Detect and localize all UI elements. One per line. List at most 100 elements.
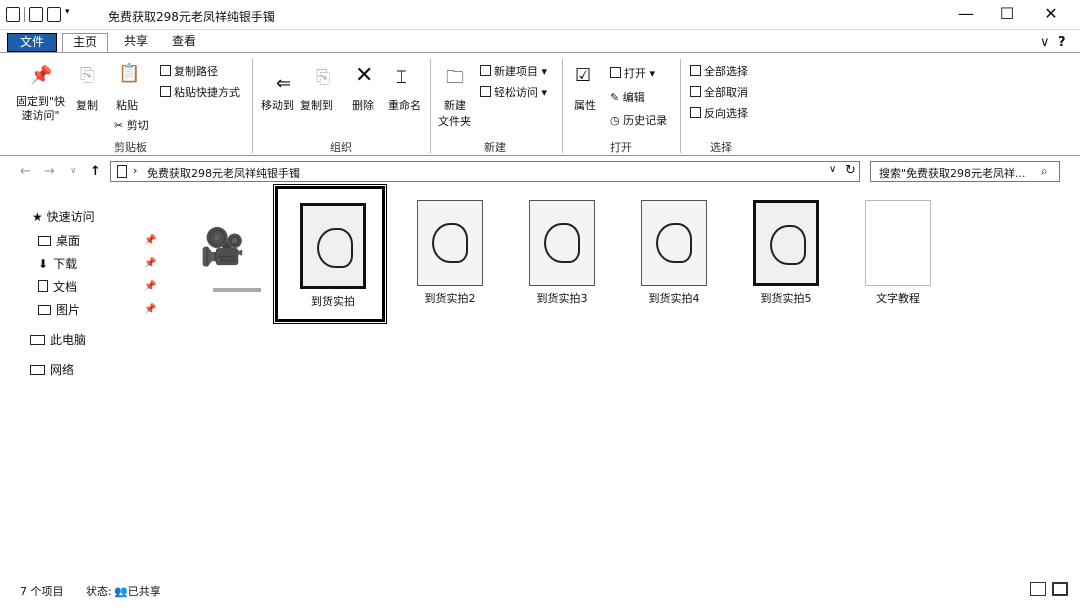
desktop-icon — [38, 236, 51, 246]
easy-access-button[interactable]: 轻松访问 ▾ — [480, 84, 547, 100]
quick-access-label: 快速访问 — [46, 210, 95, 224]
group-label-open: 打开 — [610, 141, 632, 154]
select-all-label: 全部选择 — [704, 65, 748, 78]
forward-button[interactable]: → — [44, 164, 55, 179]
scissors-icon: ✂ — [114, 119, 124, 132]
breadcrumb-path[interactable]: 免费获取298元老凤祥纯银手镯 — [147, 165, 300, 181]
group-divider — [252, 59, 253, 153]
properties-button[interactable]: 属性 — [574, 97, 596, 113]
group-divider — [680, 59, 681, 153]
copy-to-button[interactable]: 复制到 — [300, 97, 333, 113]
up-button[interactable]: ↑ — [90, 164, 101, 179]
search-icon[interactable]: ⌕ — [1041, 164, 1048, 179]
select-none-button[interactable]: 全部取消 — [690, 84, 748, 100]
file-item[interactable]: 文字教程 — [843, 186, 953, 322]
refresh-icon[interactable]: ↻ — [845, 163, 856, 178]
file-item[interactable]: 到货实拍5 — [731, 186, 841, 322]
recent-locations-icon[interactable]: ∨ — [70, 166, 77, 176]
copy-path-icon — [160, 65, 171, 76]
sidebar-item-quick-access[interactable]: ★ 快速访问 — [32, 208, 95, 225]
large-icons-view-icon[interactable] — [1052, 582, 1068, 596]
cut-button[interactable]: ✂ 剪切 — [114, 117, 149, 133]
move-to-button[interactable]: 移动到 — [261, 97, 294, 113]
select-all-button[interactable]: 全部选择 — [690, 63, 748, 79]
invert-selection-button[interactable]: 反向选择 — [690, 105, 748, 121]
details-view-icon[interactable] — [1030, 582, 1046, 596]
sidebar-item-downloads[interactable]: ⬇ 下载 — [38, 255, 77, 272]
minimize-button[interactable]: — — [956, 6, 976, 24]
file-item[interactable]: 到货实拍3 — [507, 186, 617, 322]
group-divider — [562, 59, 563, 153]
file-item[interactable]: 到货实拍4 — [619, 186, 729, 322]
file-item-selected[interactable]: 到货实拍 — [273, 184, 387, 324]
thumbnail-photo — [656, 223, 692, 263]
thumbnail-photo — [770, 225, 806, 265]
checkbox-qat-icon[interactable] — [29, 7, 43, 22]
paste-button[interactable]: 粘贴 — [116, 97, 138, 113]
address-bar[interactable]: › 免费获取298元老凤祥纯银手镯 ∨ ↻ — [110, 161, 860, 182]
open-label: 打开 ▾ — [624, 67, 656, 80]
copy-to-icon: ⎘ — [316, 67, 331, 88]
pin-icon[interactable]: 📌 — [144, 281, 156, 292]
sidebar-item-this-pc[interactable]: 此电脑 — [30, 331, 86, 348]
copy-button[interactable]: 复制 — [76, 97, 98, 113]
file-name: 到货实拍3 — [536, 292, 588, 305]
maximize-button[interactable]: ☐ — [997, 6, 1017, 24]
history-button[interactable]: ◷ 历史记录 — [610, 112, 667, 128]
new-folder-button[interactable]: 新建 — [444, 97, 466, 113]
image-thumbnail — [529, 200, 595, 286]
pin-icon[interactable]: 📌 — [144, 304, 156, 315]
shared-users-icon: 👥 — [114, 585, 128, 598]
sidebar-item-pictures[interactable]: 图片 — [38, 301, 80, 318]
file-item[interactable]: 到货实拍2 — [395, 186, 505, 322]
video-progress — [213, 288, 261, 292]
image-thumbnail — [417, 200, 483, 286]
video-icon: 🎥 — [200, 227, 245, 268]
pictures-label: 图片 — [56, 303, 81, 317]
sidebar-item-network[interactable]: 网络 — [30, 361, 74, 378]
sidebar-item-documents[interactable]: 文档 — [38, 278, 77, 295]
navigation-pane: ★ 快速访问 桌面 📌 ⬇ 下载 📌 文档 📌 图片 📌 此电脑 网络 — [0, 200, 170, 570]
search-input[interactable]: 搜索"免费获取298元老凤祥... — [879, 165, 1026, 181]
help-icon[interactable]: ? — [1058, 35, 1066, 50]
pin-icon[interactable]: 📌 — [144, 235, 156, 246]
document-icon — [38, 280, 48, 292]
back-button[interactable]: ← — [20, 164, 31, 179]
history-icon: ◷ — [610, 114, 620, 127]
search-box[interactable]: 搜索"免费获取298元老凤祥... ⌕ — [870, 161, 1060, 182]
new-folder-label-line2: 文件夹 — [438, 115, 471, 128]
open-button[interactable]: 打开 ▾ — [610, 65, 655, 81]
properties-qat-icon[interactable] — [6, 7, 20, 22]
tab-file[interactable]: 文件 — [7, 33, 57, 52]
invert-selection-icon — [690, 107, 701, 118]
window-title: 免费获取298元老凤祥纯银手镯 — [108, 10, 275, 24]
new-folder-qat-icon[interactable] — [47, 7, 61, 22]
downloads-label: 下载 — [53, 257, 78, 271]
sidebar-item-desktop[interactable]: 桌面 — [38, 232, 80, 249]
shared-status: 👥已共享 — [114, 583, 161, 599]
new-item-button[interactable]: 新建项目 ▾ — [480, 63, 547, 79]
pin-icon[interactable]: 📌 — [144, 258, 156, 269]
edit-button[interactable]: ✎ 编辑 — [610, 89, 645, 105]
file-item[interactable]: 🎥 — [175, 186, 285, 322]
rename-button[interactable]: 重命名 — [388, 97, 421, 113]
invert-selection-label: 反向选择 — [704, 107, 748, 120]
qat-dropdown-icon[interactable]: ▾ — [65, 7, 73, 22]
delete-button[interactable]: 删除 — [352, 97, 374, 113]
title-bar: ▾ 免费获取298元老凤祥纯银手镯 — ☐ ✕ — [0, 0, 1080, 30]
ribbon-collapse-icon[interactable]: ∨ — [1040, 35, 1050, 50]
paste-shortcut-button[interactable]: 粘贴快捷方式 — [160, 84, 240, 100]
tab-share[interactable]: 共享 — [116, 33, 156, 52]
documents-label: 文档 — [53, 280, 78, 294]
shared-status-label: 已共享 — [127, 585, 161, 598]
desktop-label: 桌面 — [56, 234, 81, 248]
pin-quick-access-button[interactable]: 固定到"快 速访问" — [16, 95, 65, 123]
address-dropdown-icon[interactable]: ∨ — [829, 164, 836, 175]
select-none-label: 全部取消 — [704, 86, 748, 99]
cut-label: 剪切 — [126, 119, 149, 132]
copy-path-button[interactable]: 复制路径 — [160, 63, 218, 79]
close-button[interactable]: ✕ — [1041, 6, 1061, 24]
tab-view[interactable]: 查看 — [164, 33, 204, 52]
tab-home[interactable]: 主页 — [62, 33, 108, 52]
move-to-icon: ⇐ — [276, 73, 292, 94]
